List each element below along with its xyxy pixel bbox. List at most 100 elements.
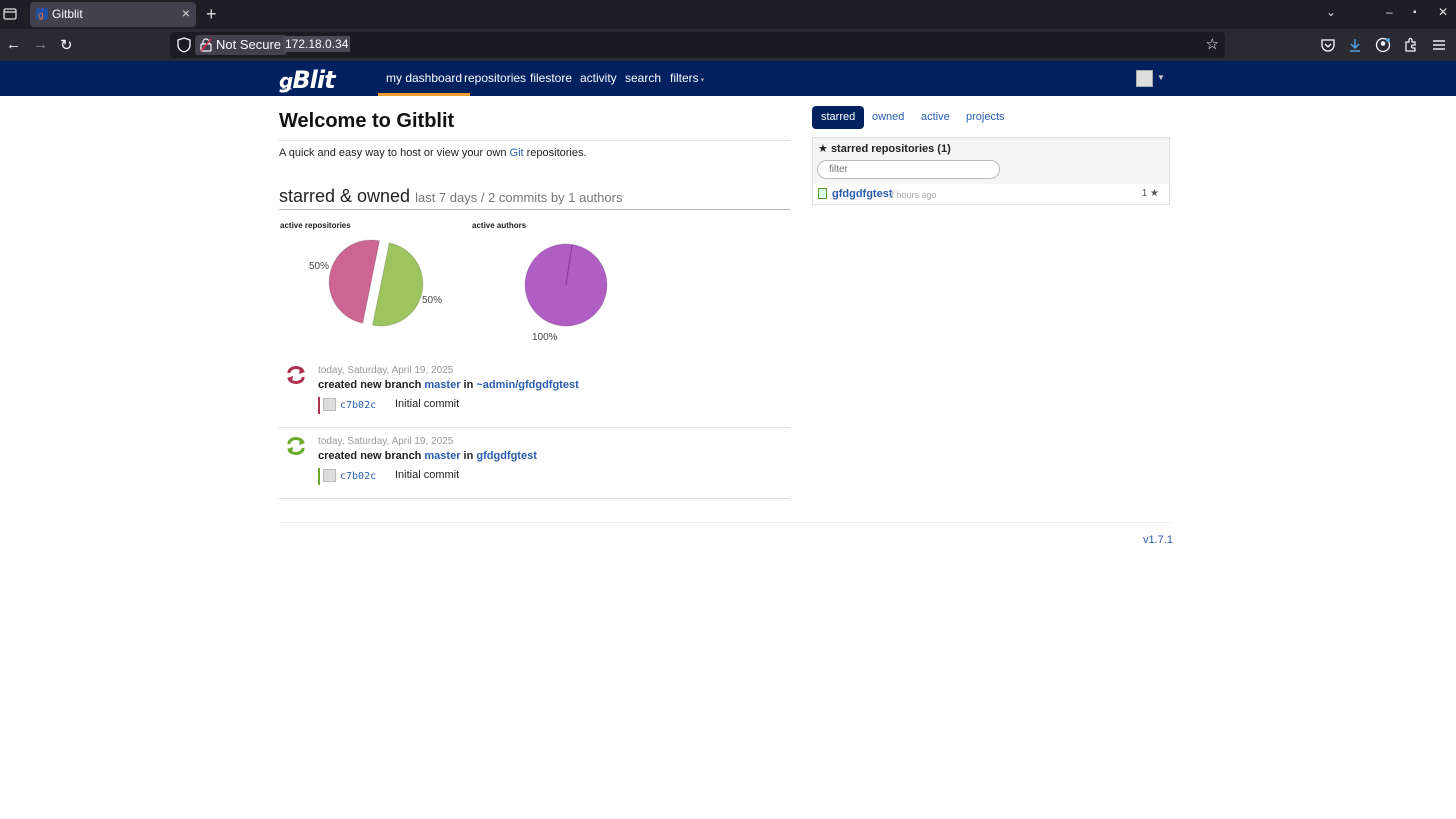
nav-my-dashboard[interactable]: my dashboard [378, 61, 471, 96]
branch-link[interactable]: master [424, 450, 460, 462]
activity-description: created new branch master in gfdgdfgtest [318, 450, 537, 462]
repo-last-change: 2 hours ago [889, 190, 937, 200]
nav-filters[interactable]: filters ▾ [670, 61, 704, 96]
activity-description: created new branch master in ~admin/gfdg… [318, 379, 579, 391]
nav-filestore[interactable]: filestore [530, 61, 572, 96]
security-label: Not Secure [216, 37, 282, 52]
reload-icon[interactable]: ↻ [60, 36, 73, 54]
activity-action: created new branch [318, 450, 422, 462]
extensions-icon[interactable] [1403, 37, 1419, 53]
tab-owned[interactable]: owned [863, 106, 913, 129]
page-title: Welcome to Gitblit [279, 110, 455, 132]
commit-hash-link[interactable]: c7b02c [340, 400, 376, 411]
commit-bar [318, 397, 320, 414]
shield-icon[interactable] [177, 37, 191, 53]
browser-tab[interactable]: ǥ Gitblit × [30, 2, 196, 27]
close-window-icon[interactable]: ✕ [1438, 5, 1448, 19]
pie-label-repo-2: 50% [422, 295, 443, 306]
activity-in: in [463, 379, 474, 391]
activity-item: today, Saturday, April 19, 2025 created … [279, 359, 790, 428]
repo-star-count: 1 ★ [1141, 188, 1159, 199]
downloads-icon[interactable] [1347, 37, 1363, 53]
version-link[interactable]: v1.7.1 [1143, 534, 1173, 546]
nav-search[interactable]: search [625, 61, 661, 96]
svg-text:ǥ: ǥ [38, 11, 44, 20]
section-heading: starred & owned last 7 days / 2 commits … [279, 186, 622, 207]
branch-created-icon [287, 437, 305, 455]
logo-text: Blit [292, 66, 335, 94]
activity-date: today, Saturday, April 19, 2025 [318, 365, 454, 376]
active-repositories-chart-title: active repositories [280, 221, 351, 230]
title-divider [279, 140, 790, 141]
git-link[interactable]: Git [510, 147, 524, 159]
repo-row[interactable]: gfdgdfgtest 2 hours ago 1 ★ [813, 185, 1169, 205]
section-divider [279, 209, 790, 210]
user-avatar[interactable] [1136, 70, 1153, 87]
commit-message[interactable]: Initial commit [395, 469, 459, 481]
security-indicator[interactable]: Not Secure [195, 35, 288, 55]
url-bar[interactable]: Not Secure 172.18.0.34 ☆ [170, 32, 1225, 58]
branch-link[interactable]: master [424, 379, 460, 391]
forward-icon[interactable]: → [33, 36, 48, 53]
starred-repositories-panel: ★ starred repositories (1) gfdgdfgtest 2… [812, 137, 1170, 205]
gitblit-header: ǥBlit my dashboard repositories filestor… [0, 61, 1456, 96]
commit-message[interactable]: Initial commit [395, 398, 459, 410]
new-tab-button[interactable]: + [206, 4, 217, 25]
minimize-icon[interactable]: – [1386, 5, 1393, 19]
starred-title-text: starred repositories (1) [830, 143, 951, 155]
repository-icon [818, 188, 827, 199]
repo-link[interactable]: ~admin/gfdgdfgtest [476, 379, 578, 391]
repo-name-link[interactable]: gfdgdfgtest [832, 188, 892, 200]
tab-projects[interactable]: projects [957, 106, 1014, 129]
lead-text: A quick and easy way to host or view you… [279, 147, 587, 159]
user-menu-chevron-icon[interactable]: ▼ [1157, 73, 1165, 82]
starred-panel-title: ★ starred repositories (1) [818, 142, 951, 155]
tab-overflow-icon[interactable]: ⌄ [1326, 5, 1336, 19]
filter-input[interactable] [817, 160, 1000, 179]
page-content: Welcome to Gitblit A quick and easy way … [0, 96, 1456, 819]
tab-starred[interactable]: starred [812, 106, 865, 129]
lead-before: A quick and easy way to host or view you… [279, 147, 510, 159]
active-repositories-pie [328, 239, 424, 327]
bookmark-star-icon[interactable]: ☆ [1206, 35, 1219, 53]
tab-title: Gitblit [52, 7, 83, 21]
pocket-icon[interactable] [1320, 37, 1336, 53]
back-icon[interactable]: ← [6, 36, 21, 53]
star-icon: ★ [818, 143, 828, 155]
browser-toolbar: ← → ↻ Not Secure 172.18.0.34 ☆ [0, 29, 1456, 61]
activity-item: today, Saturday, April 19, 2025 created … [279, 430, 790, 499]
author-avatar[interactable] [323, 398, 336, 411]
commit-bar [318, 468, 320, 485]
close-tab-icon[interactable]: × [182, 5, 190, 21]
footer-divider [279, 522, 1170, 523]
logo-glyph-icon: ǥ [279, 69, 293, 93]
section-title: starred & owned [279, 186, 411, 206]
tab-active[interactable]: active [912, 106, 959, 129]
gitblit-logo[interactable]: ǥBlit [279, 66, 336, 94]
activity-in: in [463, 450, 474, 462]
url-text[interactable]: 172.18.0.34 [283, 36, 351, 52]
repo-link[interactable]: gfdgdfgtest [476, 450, 536, 462]
pie-label-repo-1: 50% [309, 261, 330, 272]
account-icon[interactable] [1375, 37, 1391, 53]
starred-panel-header: ★ starred repositories (1) [813, 138, 1169, 184]
pie-slice [328, 239, 381, 324]
nav-filters-label: filters [670, 71, 699, 85]
author-avatar[interactable] [323, 469, 336, 482]
pie-label-author-1: 100% [532, 332, 558, 343]
gitblit-favicon-icon: ǥ [36, 8, 48, 20]
active-authors-pie [524, 243, 608, 327]
tab-list-icon[interactable] [2, 6, 18, 22]
commit-hash-link[interactable]: c7b02c [340, 471, 376, 482]
nav-repositories[interactable]: repositories [464, 61, 526, 96]
active-authors-chart-title: active authors [472, 221, 527, 230]
activity-divider [279, 498, 790, 499]
section-subtitle: last 7 days / 2 commits by 1 authors [415, 190, 623, 205]
insecure-lock-icon [200, 38, 212, 52]
activity-divider [279, 427, 790, 428]
commit-row: c7b02c Initial commit [318, 397, 618, 414]
nav-activity[interactable]: activity [580, 61, 617, 96]
menu-icon[interactable] [1431, 37, 1447, 53]
chevron-down-icon: ▾ [698, 77, 705, 84]
maximize-icon[interactable]: ▪ [1413, 7, 1417, 18]
